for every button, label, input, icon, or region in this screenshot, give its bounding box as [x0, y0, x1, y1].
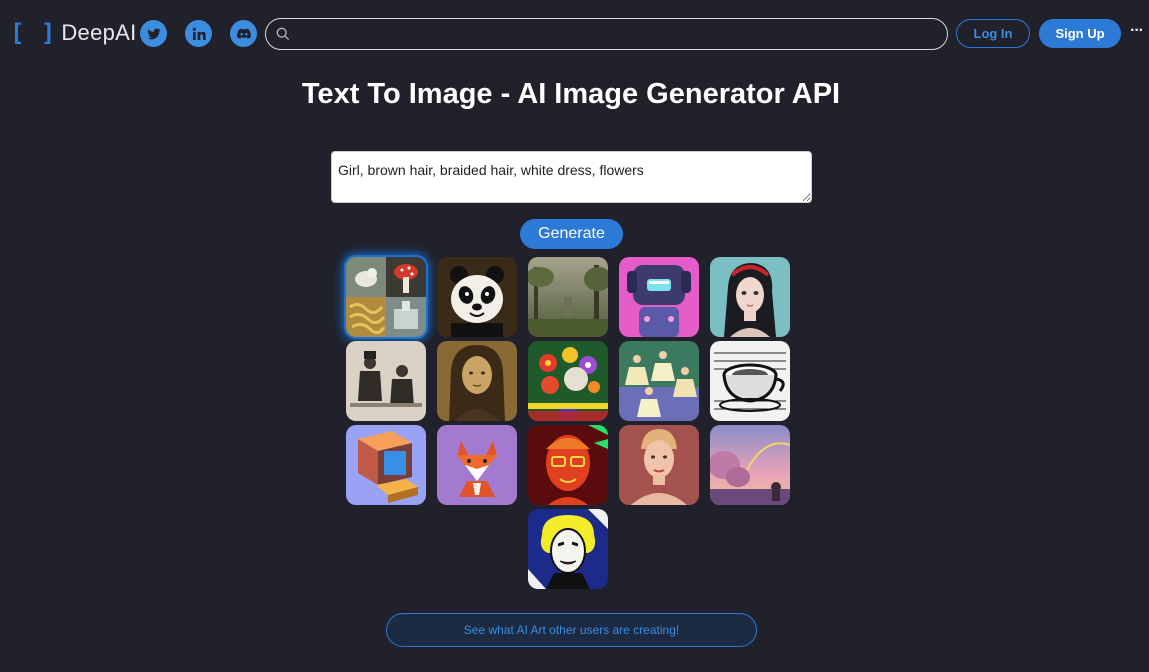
prompt-input[interactable] [331, 151, 812, 203]
gallery-tile-collage[interactable] [346, 257, 426, 337]
gallery-tile-neon-face[interactable] [528, 425, 608, 505]
twitter-icon[interactable] [140, 20, 167, 47]
deepai-logo[interactable]: [ ] DeepAI [10, 19, 137, 47]
search-icon [276, 27, 290, 41]
search-bar [265, 18, 948, 50]
login-button[interactable]: Log In [956, 19, 1030, 48]
gallery-tile-ballet[interactable] [619, 341, 699, 421]
gallery-tile-fox[interactable] [437, 425, 517, 505]
gallery-tile-teacup[interactable] [710, 341, 790, 421]
gallery-tile-flowers[interactable] [528, 341, 608, 421]
gallery-tile-woman[interactable] [619, 425, 699, 505]
gallery-tile-forest[interactable] [528, 257, 608, 337]
top-navbar: [ ] DeepAI Log In Sign Up ··· [0, 0, 1149, 68]
logo-text: DeepAI [61, 20, 137, 45]
gallery-tile-panda[interactable] [437, 257, 517, 337]
page-title: Text To Image - AI Image Generator API [301, 78, 841, 110]
more-menu-icon[interactable]: ··· [1130, 22, 1144, 40]
logo-brackets: [ ] [10, 19, 57, 47]
gallery-tile-pop-art[interactable] [528, 509, 608, 589]
gallery-tile-vintage[interactable] [346, 341, 426, 421]
gallery-tile-robot[interactable] [619, 257, 699, 337]
community-gallery-button[interactable]: See what AI Art other users are creating… [386, 613, 757, 647]
search-input[interactable] [296, 23, 936, 45]
signup-button[interactable]: Sign Up [1039, 19, 1121, 48]
gallery-tile-anime-girl[interactable] [710, 257, 790, 337]
gallery-tile-isometric[interactable] [346, 425, 426, 505]
generate-button[interactable]: Generate [520, 219, 623, 249]
linkedin-icon[interactable] [185, 20, 212, 47]
discord-icon[interactable] [230, 20, 257, 47]
gallery-tile-pastel-landscape[interactable] [710, 425, 790, 505]
gallery-tile-renaissance[interactable] [437, 341, 517, 421]
